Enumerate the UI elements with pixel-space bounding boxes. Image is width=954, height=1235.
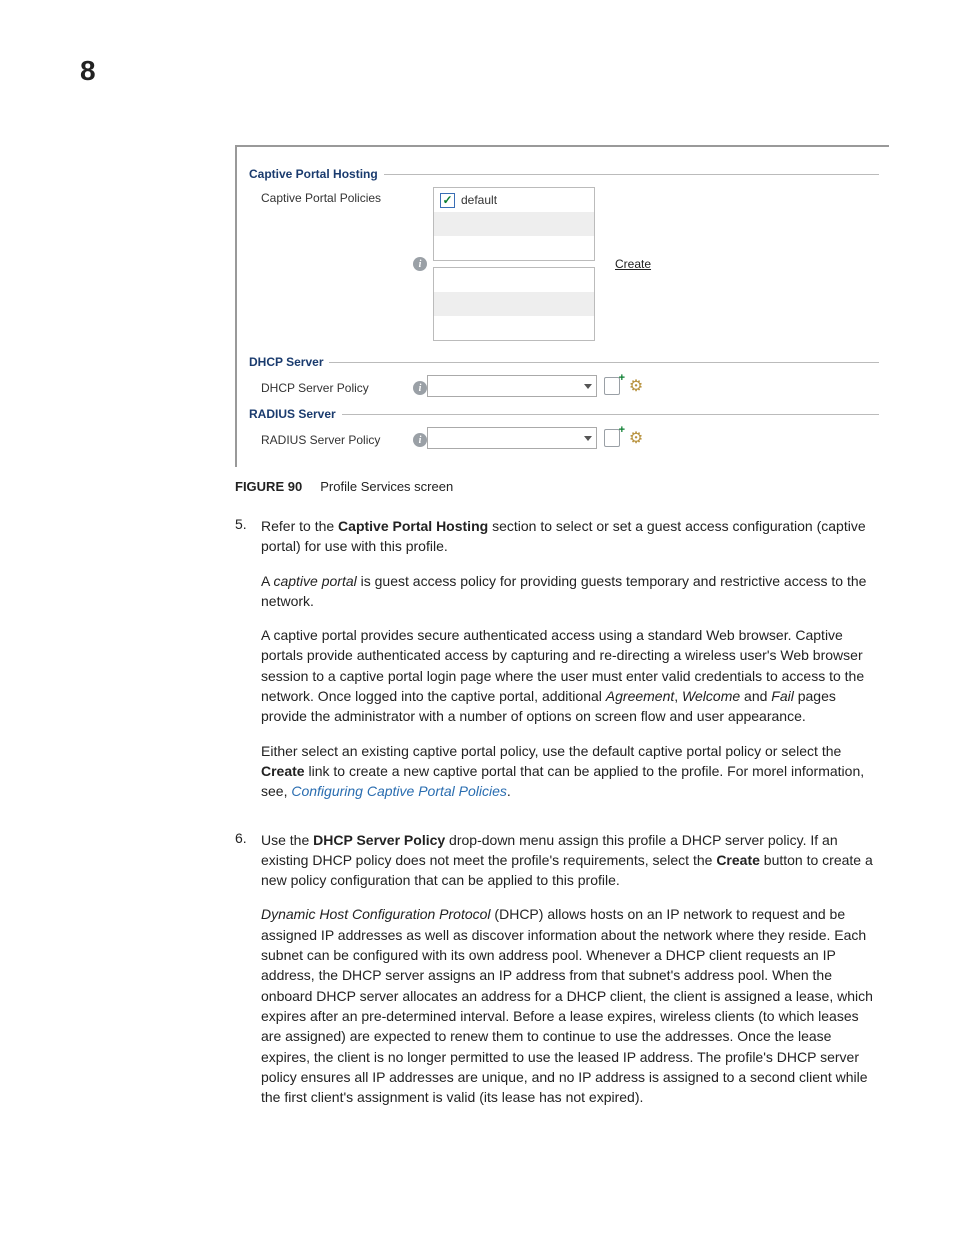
- step5-p4: Either select an existing captive portal…: [261, 741, 874, 802]
- radius-policy-dropdown[interactable]: [427, 427, 597, 449]
- divider: [384, 174, 879, 175]
- document-plus-icon: [604, 377, 620, 395]
- gear-icon: ⚙: [629, 428, 643, 448]
- divider: [342, 414, 879, 415]
- create-policy-button[interactable]: [603, 377, 621, 395]
- list-item[interactable]: ✓ default: [434, 188, 594, 212]
- step6-p2: Dynamic Host Configuration Protocol (DHC…: [261, 904, 874, 1107]
- step5-p2: A captive portal is guest access policy …: [261, 571, 874, 612]
- list-item[interactable]: [434, 292, 594, 316]
- step6-p1: Use the DHCP Server Policy drop-down men…: [261, 830, 874, 891]
- list-item[interactable]: [434, 268, 594, 292]
- info-icon[interactable]: i: [413, 433, 427, 447]
- checkbox-icon[interactable]: ✓: [440, 193, 455, 208]
- step5-p3: A captive portal provides secure authent…: [261, 625, 874, 726]
- divider: [329, 362, 879, 363]
- group-title-dhcp-label: DHCP Server: [249, 355, 323, 369]
- configuring-captive-portal-link[interactable]: Configuring Captive Portal Policies: [291, 783, 507, 799]
- chevron-down-icon: [584, 384, 592, 389]
- captive-policies-list-bottom[interactable]: [433, 267, 595, 341]
- document-plus-icon: [604, 429, 620, 447]
- group-title-captive: Captive Portal Hosting: [249, 167, 879, 181]
- list-item[interactable]: [434, 236, 594, 260]
- list-item[interactable]: [434, 316, 594, 340]
- group-title-dhcp: DHCP Server: [249, 355, 879, 369]
- group-title-captive-label: Captive Portal Hosting: [249, 167, 378, 181]
- step-number: 5.: [235, 516, 261, 816]
- dhcp-policy-label: DHCP Server Policy: [261, 381, 369, 395]
- radius-policy-label-row: RADIUS Server Policy i: [249, 429, 427, 447]
- figure-caption: FIGURE 90 Profile Services screen: [235, 479, 874, 494]
- step5-p1: Refer to the Captive Portal Hosting sect…: [261, 516, 874, 557]
- info-icon[interactable]: i: [413, 257, 427, 271]
- figure-caption-text: Profile Services screen: [320, 479, 453, 494]
- info-icon[interactable]: i: [413, 381, 427, 395]
- gear-icon: ⚙: [629, 376, 643, 396]
- captive-policies-label: Captive Portal Policies: [249, 187, 427, 205]
- step-number: 6.: [235, 830, 261, 1122]
- settings-button[interactable]: ⚙: [627, 429, 645, 447]
- group-title-radius: RADIUS Server: [249, 407, 879, 421]
- page-number: 8: [80, 55, 96, 87]
- profile-services-figure: Captive Portal Hosting Captive Portal Po…: [235, 145, 889, 467]
- figure-label: FIGURE 90: [235, 479, 302, 494]
- list-item[interactable]: [434, 212, 594, 236]
- dhcp-policy-label-row: DHCP Server Policy i: [249, 377, 427, 395]
- group-title-radius-label: RADIUS Server: [249, 407, 336, 421]
- create-link[interactable]: Create: [615, 257, 651, 271]
- captive-policies-list-top[interactable]: ✓ default: [433, 187, 595, 261]
- settings-button[interactable]: ⚙: [627, 377, 645, 395]
- radius-policy-label: RADIUS Server Policy: [261, 433, 380, 447]
- create-policy-button[interactable]: [603, 429, 621, 447]
- chevron-down-icon: [584, 436, 592, 441]
- dhcp-policy-dropdown[interactable]: [427, 375, 597, 397]
- list-item-label: default: [461, 193, 497, 207]
